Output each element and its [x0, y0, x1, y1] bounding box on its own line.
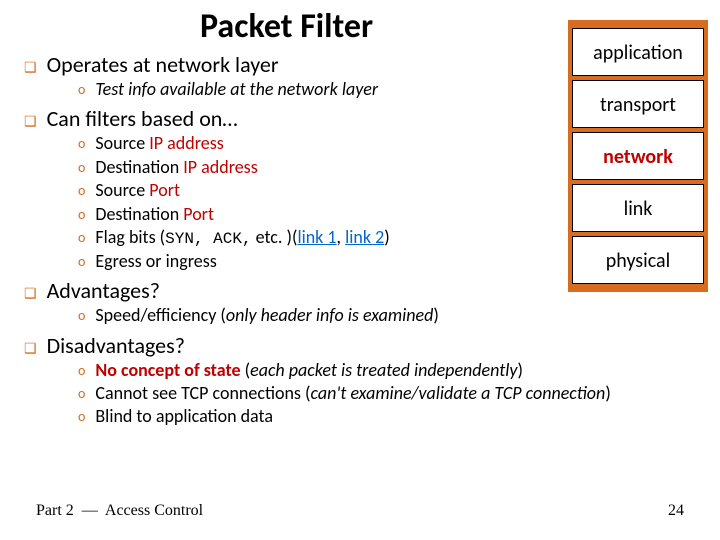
- circle-bullet-icon: o: [78, 253, 85, 271]
- list-item: o Cannot see TCP connections (can't exam…: [78, 382, 710, 405]
- circle-bullet-icon: o: [78, 385, 85, 403]
- circle-bullet-icon: o: [78, 81, 85, 99]
- item-text: Cannot see TCP connections (can't examin…: [95, 382, 610, 405]
- list-item: o Destination IP address: [78, 156, 510, 179]
- section-disadvantages: ❑ Disadvantages?: [24, 332, 710, 359]
- list-item: o Destination Port: [78, 203, 510, 226]
- circle-bullet-icon: o: [78, 229, 85, 247]
- list-item: o Flag bits (SYN, ACK, etc. )(link 1, li…: [78, 226, 510, 250]
- page-number: 24: [668, 502, 684, 520]
- list-item: o Source IP address: [78, 132, 510, 155]
- layer-transport: transport: [572, 80, 704, 128]
- layer-link: link: [572, 184, 704, 232]
- item-text: Egress or ingress: [95, 250, 216, 273]
- section-heading: Can filters based on…: [47, 105, 238, 132]
- link-2[interactable]: link 2: [345, 226, 384, 248]
- list-item: o Source Port: [78, 179, 510, 202]
- list-item: o Test info available at the network lay…: [78, 78, 510, 101]
- section-heading: Disadvantages?: [47, 332, 185, 359]
- item-text: Blind to application data: [95, 405, 273, 428]
- layer-physical: physical: [572, 236, 704, 284]
- item-text: Speed/efficiency (only header info is ex…: [95, 304, 438, 327]
- item-text: Source Port: [95, 179, 180, 202]
- list-item: o Speed/efficiency (only header info is …: [78, 304, 510, 327]
- list-item: o No concept of state (each packet is tr…: [78, 359, 710, 382]
- circle-bullet-icon: o: [78, 182, 85, 200]
- square-bullet-icon: ❑: [24, 340, 37, 357]
- list-item: o Egress or ingress: [78, 250, 510, 273]
- section-heading: Advantages?: [47, 277, 160, 304]
- circle-bullet-icon: o: [78, 307, 85, 325]
- square-bullet-icon: ❑: [24, 59, 37, 76]
- item-text: Destination IP address: [95, 156, 257, 179]
- section-operates: ❑ Operates at network layer: [24, 51, 510, 78]
- link-1[interactable]: link 1: [297, 226, 336, 248]
- item-text: Test info available at the network layer: [95, 78, 378, 101]
- layer-network: network: [572, 132, 704, 180]
- footer-text: Part 2 — Access Control: [36, 502, 203, 520]
- list-item: o Blind to application data: [78, 405, 710, 428]
- item-text: Source IP address: [95, 132, 223, 155]
- slide-footer: Part 2 — Access Control 24: [36, 502, 684, 520]
- section-advantages: ❑ Advantages?: [24, 277, 510, 304]
- circle-bullet-icon: o: [78, 135, 85, 153]
- item-text: Flag bits (SYN, ACK, etc. )(link 1, link…: [95, 226, 389, 250]
- circle-bullet-icon: o: [78, 159, 85, 177]
- section-filters: ❑ Can filters based on…: [24, 105, 510, 132]
- section-heading: Operates at network layer: [47, 51, 279, 78]
- layer-application: application: [572, 28, 704, 76]
- item-text: No concept of state (each packet is trea…: [95, 359, 523, 382]
- circle-bullet-icon: o: [78, 206, 85, 224]
- square-bullet-icon: ❑: [24, 113, 37, 130]
- circle-bullet-icon: o: [78, 408, 85, 426]
- square-bullet-icon: ❑: [24, 285, 37, 302]
- item-text: Destination Port: [95, 203, 214, 226]
- network-stack-diagram: application transport network link physi…: [568, 20, 708, 292]
- circle-bullet-icon: o: [78, 362, 85, 380]
